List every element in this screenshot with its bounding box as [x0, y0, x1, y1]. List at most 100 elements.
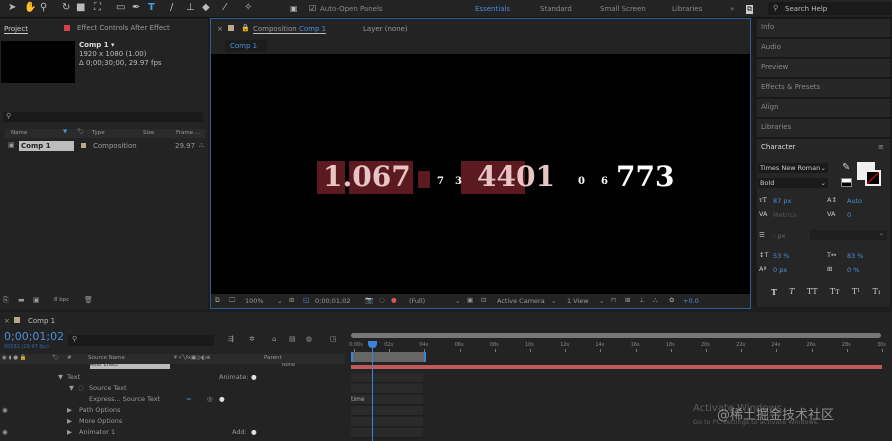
show-snapshot-icon[interactable]: ◌: [379, 296, 385, 304]
rectangle-tool-icon[interactable]: ▭: [116, 2, 125, 13]
interpret-footage-icon[interactable]: ⎘: [3, 296, 9, 305]
expression-enable-icon[interactable]: =: [186, 395, 191, 403]
bit-depth-button[interactable]: 8 bpc: [54, 297, 69, 303]
expand-icon[interactable]: ▶: [67, 417, 72, 425]
expression-language-icon[interactable]: ●: [219, 395, 225, 403]
comp-breadcrumb[interactable]: Comp 1: [225, 40, 267, 52]
canvas[interactable]: 1.067 7 3 4401 0 6 773: [211, 54, 750, 294]
panel-info[interactable]: Info: [757, 19, 890, 38]
all-caps-button[interactable]: TT: [807, 287, 818, 297]
search-help-input[interactable]: ⚲ Search Help: [768, 2, 892, 15]
layer-duration-bar[interactable]: [351, 365, 882, 369]
label-color-swatch[interactable]: [81, 143, 86, 148]
toggle-pixel-aspect-icon[interactable]: ⊓: [611, 296, 616, 304]
exposure-value[interactable]: +0.0: [683, 297, 699, 305]
chevron-down-icon[interactable]: ⌄: [455, 297, 460, 305]
play-circle-icon[interactable]: ●: [251, 373, 257, 381]
snapshot-icon[interactable]: 📷: [365, 296, 373, 304]
playhead-handle[interactable]: [368, 341, 377, 348]
fast-previews-icon[interactable]: ⊠: [625, 296, 630, 304]
grid-icon[interactable]: ⊞: [289, 296, 294, 304]
leading-value[interactable]: Auto: [847, 197, 862, 205]
tracking-value[interactable]: 0: [847, 211, 851, 219]
add-menu[interactable]: Add:: [232, 428, 247, 436]
eye-icon[interactable]: ◉: [2, 428, 8, 436]
label-icon[interactable]: 🏷: [52, 355, 59, 361]
selection-tool-icon[interactable]: ➤: [8, 2, 16, 13]
monitor-icon[interactable]: 🖵: [229, 296, 235, 305]
chevron-down-icon[interactable]: ⌄: [599, 297, 604, 305]
workspace-small-screen[interactable]: Small Screen: [600, 5, 646, 13]
sort-arrow-icon[interactable]: ▼: [63, 129, 67, 135]
region-of-interest-icon[interactable]: ▣: [467, 296, 473, 304]
camera-tool-icon[interactable]: ■: [76, 2, 85, 13]
stroke-color-swatch[interactable]: [865, 170, 881, 186]
chevron-down-icon[interactable]: ⌄: [277, 297, 282, 305]
timeline-icon[interactable]: ⊥: [639, 296, 645, 304]
panel-audio[interactable]: Audio: [757, 39, 890, 58]
workspace-libraries[interactable]: Libraries: [672, 5, 702, 13]
stroke-type-select[interactable]: ⌄: [810, 230, 887, 240]
animate-menu[interactable]: Animate:: [219, 373, 248, 381]
column-parent[interactable]: Parent: [264, 355, 282, 361]
transparency-grid-icon[interactable]: ⊡: [481, 296, 486, 304]
property-row[interactable]: ▼ ◌ Source Text: [0, 384, 345, 395]
eyedropper-icon[interactable]: ✎: [842, 162, 850, 173]
auto-open-checkbox[interactable]: ☑: [309, 4, 316, 13]
tab-effect-controls[interactable]: Effect Controls After Effect: [77, 24, 170, 32]
expand-icon[interactable]: ▶: [67, 406, 72, 414]
property-row[interactable]: Express... Source Text = ◎ ●: [0, 395, 345, 406]
comp-mini-flowchart-icon[interactable]: ⇶: [228, 335, 234, 343]
zoom-tool-icon[interactable]: ⚲: [40, 2, 47, 13]
baseline-shift-value[interactable]: 0 px: [773, 266, 787, 274]
superscript-button[interactable]: T¹: [852, 287, 861, 297]
column-name[interactable]: Name: [11, 130, 27, 136]
puppet-pin-tool-icon[interactable]: ✧: [244, 2, 252, 13]
draft-3d-icon[interactable]: ✲: [249, 335, 255, 343]
panel-menu-icon[interactable]: ≡: [878, 143, 884, 151]
timeline-current-time[interactable]: 0;00;01;02: [4, 330, 64, 343]
panel-align[interactable]: Align: [757, 99, 890, 118]
channel-icon[interactable]: ●: [391, 296, 397, 304]
subscript-button[interactable]: T₁: [872, 287, 881, 297]
work-area-bar[interactable]: [351, 352, 426, 362]
column-size[interactable]: Size: [143, 130, 154, 136]
stopwatch-icon[interactable]: ◌: [78, 384, 84, 392]
panel-preview[interactable]: Preview: [757, 59, 890, 78]
timeline-search-input[interactable]: ⚲: [68, 335, 214, 346]
motion-blur-icon[interactable]: ◍: [306, 335, 312, 343]
parent-select[interactable]: None: [282, 363, 295, 368]
magnification-select[interactable]: 100%: [245, 297, 264, 305]
font-style-select[interactable]: Bold ⌄: [758, 178, 828, 188]
clone-stamp-tool-icon[interactable]: ⊥: [186, 2, 195, 13]
panel-libraries[interactable]: Libraries: [757, 119, 890, 138]
frame-blending-icon[interactable]: ▤: [289, 335, 296, 343]
expression-text[interactable]: time: [351, 396, 365, 403]
font-family-select[interactable]: Times New Roman ⌄: [758, 163, 828, 173]
time-navigator[interactable]: [351, 333, 881, 338]
type-tool-icon[interactable]: T: [148, 2, 155, 13]
layer-name[interactable]: After Effect: [90, 364, 170, 369]
property-row[interactable]: ▶ More Options: [0, 417, 345, 428]
current-time[interactable]: 0;00;01;02: [315, 297, 351, 305]
new-folder-icon[interactable]: ▬: [18, 296, 25, 304]
eye-icon[interactable]: ◉: [2, 406, 8, 414]
pan-behind-tool-icon[interactable]: ⛶: [94, 2, 101, 13]
label-column-icon[interactable]: 🏷: [77, 129, 84, 135]
panel-effects-presets[interactable]: Effects & Presets: [757, 79, 890, 98]
sync-icon[interactable]: ⧉: [746, 5, 753, 14]
view-layout-select[interactable]: 1 View: [567, 297, 589, 305]
expression-graph-icon[interactable]: ◎: [207, 395, 213, 403]
property-row[interactable]: ◉ ▶ Path Options: [0, 406, 345, 417]
expand-icon[interactable]: ▼: [69, 384, 74, 392]
tab-layer[interactable]: Layer (none): [363, 25, 408, 33]
property-row[interactable]: ◉ ▶ Animator 1 Add: ●: [0, 428, 345, 439]
resolution-select[interactable]: (Full): [409, 297, 425, 305]
column-source-name[interactable]: Source Name: [88, 355, 125, 361]
roto-brush-tool-icon[interactable]: ⁄: [224, 2, 226, 13]
always-preview-icon[interactable]: ⧉: [215, 296, 220, 305]
tab-project[interactable]: Project: [4, 25, 28, 34]
lock-icon[interactable]: 🔒: [241, 24, 250, 32]
flowchart-icon[interactable]: ⛬: [199, 141, 204, 150]
stroke-width-value[interactable]: - px: [773, 232, 785, 240]
